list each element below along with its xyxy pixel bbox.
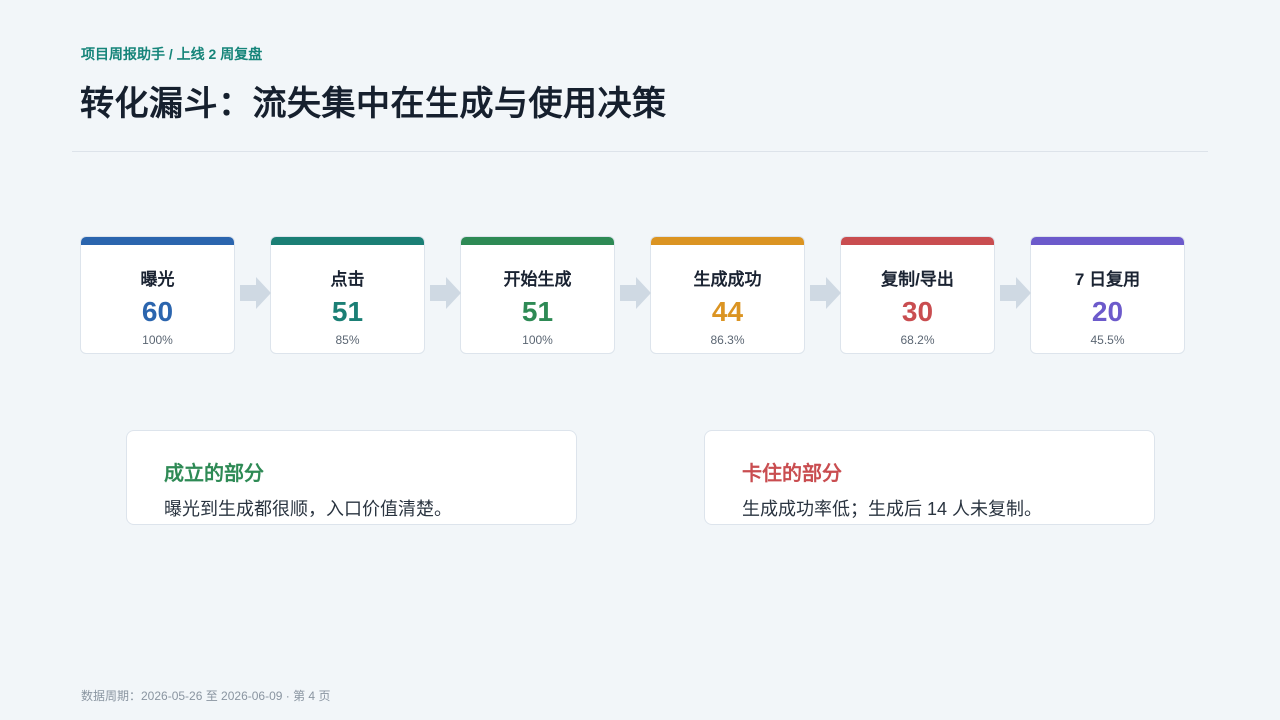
step-value: 51: [331, 296, 364, 327]
footer-period: 数据周期：2026-05-26 至 2026-06-09 · 第 4 页: [81, 689, 331, 703]
breadcrumb: 项目周报助手 / 上线 2 周复盘: [81, 46, 263, 62]
step-percent: 100%: [142, 333, 173, 347]
card-what-works: 成立的部分 曝光到生成都很顺，入口价值清楚。: [126, 430, 577, 525]
step-value: 30: [901, 296, 934, 327]
card-title: 成立的部分: [164, 463, 264, 485]
arrow-right-icon: [1000, 277, 1031, 309]
step-percent: 100%: [522, 333, 553, 347]
funnel-step-generate-success: 生成成功 44 86.3%: [650, 236, 805, 354]
step-color-bar: [1031, 237, 1184, 245]
step-color-bar: [651, 237, 804, 245]
step-color-bar: [461, 237, 614, 245]
step-percent: 68.2%: [900, 333, 935, 347]
step-value: 44: [711, 296, 744, 327]
arrow-right-icon: [810, 277, 841, 309]
card-title: 卡住的部分: [742, 463, 842, 485]
step-label: 复制/导出: [881, 270, 954, 289]
funnel-step-clicks: 点击 51 85%: [270, 236, 425, 354]
step-value: 51: [521, 296, 554, 327]
card-body: 曝光到生成都很顺，入口价值清楚。: [164, 499, 452, 519]
funnel-step-start-generate: 开始生成 51 100%: [460, 236, 615, 354]
page-title: 转化漏斗：流失集中在生成与使用决策: [80, 85, 667, 123]
step-value: 60: [141, 296, 174, 327]
funnel-step-7day-reuse: 7 日复用 20 45.5%: [1030, 236, 1185, 354]
card-body: 生成成功率低；生成后 14 人未复制。: [742, 499, 1043, 519]
step-color-bar: [271, 237, 424, 245]
step-label: 生成成功: [693, 270, 762, 289]
card-what-is-stuck: 卡住的部分 生成成功率低；生成后 14 人未复制。: [704, 430, 1155, 525]
step-value: 20: [1091, 296, 1124, 327]
title-divider: [72, 151, 1208, 152]
step-label: 开始生成: [503, 270, 572, 289]
arrow-right-icon: [430, 277, 461, 309]
funnel-step-impressions: 曝光 60 100%: [80, 236, 235, 354]
step-color-bar: [841, 237, 994, 245]
step-percent: 45.5%: [1090, 333, 1125, 347]
arrow-right-icon: [620, 277, 651, 309]
step-percent: 86.3%: [710, 333, 745, 347]
arrow-right-icon: [240, 277, 271, 309]
step-color-bar: [81, 237, 234, 245]
step-label: 7 日复用: [1074, 270, 1141, 289]
funnel-step-copy-export: 复制/导出 30 68.2%: [840, 236, 995, 354]
step-percent: 85%: [335, 333, 360, 347]
step-label: 点击: [330, 270, 365, 289]
step-label: 曝光: [140, 270, 175, 289]
